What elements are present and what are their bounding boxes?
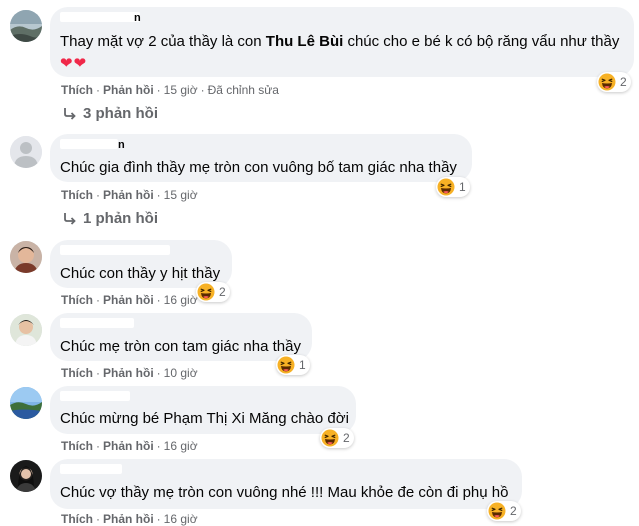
like-button[interactable]: Thích	[61, 83, 93, 97]
avatar[interactable]	[10, 241, 42, 273]
comment-bubble: Chúc vợ thầy mẹ tròn con vuông nhé !!! M…	[50, 459, 522, 509]
comment-bubble: Chúc con thầy y hịt thầy	[50, 240, 232, 288]
haha-emoji-icon	[277, 356, 295, 374]
haha-emoji-icon	[197, 283, 215, 301]
comment-actions: Thích · Phản hồi · 10 giờ	[61, 366, 198, 380]
haha-emoji-icon	[598, 73, 616, 91]
author-name-redacted	[60, 318, 134, 328]
reaction-count: 2	[343, 431, 350, 445]
edited-label: Đã chỉnh sửa	[207, 83, 279, 97]
timestamp[interactable]: 10 giờ	[164, 366, 198, 380]
author-name[interactable]: n	[118, 139, 125, 151]
reaction-summary[interactable]: 2	[597, 72, 631, 92]
author-name-redacted	[60, 245, 170, 255]
haha-emoji-icon	[437, 178, 455, 196]
reaction-summary[interactable]: 1	[276, 355, 310, 375]
comment-actions: Thích · Phản hồi · 16 giờ	[61, 439, 198, 453]
author-name[interactable]: n	[134, 12, 141, 24]
timestamp[interactable]: 16 giờ	[164, 293, 198, 307]
reply-button[interactable]: Phản hồi	[103, 439, 154, 453]
like-button[interactable]: Thích	[61, 188, 93, 202]
comment-bubble: Chúc mẹ tròn con tam giác nha thầy	[50, 313, 312, 361]
reaction-count: 2	[219, 285, 226, 299]
comment-text: Chúc mẹ tròn con tam giác nha thầy	[60, 338, 301, 355]
like-button[interactable]: Thích	[61, 366, 93, 380]
avatar[interactable]	[10, 314, 42, 346]
comment-text: Chúc con thầy y hịt thầy	[60, 265, 221, 282]
default-avatar-icon[interactable]	[10, 136, 42, 168]
avatar[interactable]	[10, 460, 42, 492]
like-button[interactable]: Thích	[61, 439, 93, 453]
avatar[interactable]	[10, 387, 42, 419]
comment-text: Chúc mừng bé Phạm Thị Xi Măng chào đời	[60, 410, 349, 427]
reaction-count: 2	[620, 75, 627, 89]
reply-arrow-icon	[64, 107, 76, 120]
view-replies-link[interactable]: 3 phản hồi	[63, 105, 158, 122]
timestamp[interactable]: 16 giờ	[164, 439, 198, 453]
reaction-count: 2	[510, 504, 517, 518]
heart-emoji: ❤❤	[60, 55, 88, 72]
comment-text: Chúc gia đình thầy mẹ tròn con vuông bố …	[60, 159, 457, 176]
like-button[interactable]: Thích	[61, 293, 93, 307]
reply-button[interactable]: Phản hồi	[103, 188, 154, 202]
haha-emoji-icon	[321, 429, 339, 447]
author-name-redacted	[60, 12, 140, 22]
comment-actions: Thích · Phản hồi · 16 giờ	[61, 293, 198, 307]
avatar[interactable]	[10, 10, 42, 42]
reply-button[interactable]: Phản hồi	[103, 366, 154, 380]
haha-emoji-icon	[488, 502, 506, 520]
timestamp[interactable]: 15 giờ	[164, 83, 198, 97]
view-replies-link[interactable]: 1 phản hồi	[63, 210, 158, 227]
comment-actions: Thích · Phản hồi · 15 giờ · Đã chỉnh sửa	[61, 83, 279, 97]
reaction-summary[interactable]: 2	[320, 428, 354, 448]
mention-tag[interactable]: Thu Lê Bùi	[266, 33, 344, 50]
reaction-summary[interactable]: 2	[196, 282, 230, 302]
author-name-redacted	[60, 464, 122, 474]
reaction-summary[interactable]: 1	[436, 177, 470, 197]
comment-text: Chúc vợ thầy mẹ tròn con vuông nhé !!! M…	[60, 484, 509, 501]
comment-bubble: Chúc mừng bé Phạm Thị Xi Măng chào đời	[50, 386, 356, 434]
reaction-count: 1	[459, 180, 466, 194]
author-name-redacted	[60, 391, 130, 401]
timestamp[interactable]: 15 giờ	[164, 188, 198, 202]
reaction-summary[interactable]: 2	[487, 501, 521, 521]
reply-button[interactable]: Phản hồi	[103, 293, 154, 307]
reply-button[interactable]: Phản hồi	[103, 83, 154, 97]
comment-actions: Thích · Phản hồi · 15 giờ	[61, 188, 198, 202]
comment-bubble: n Thay mặt vợ 2 của thầy là con Thu Lê B…	[50, 7, 634, 77]
reply-arrow-icon	[64, 212, 76, 225]
reaction-count: 1	[299, 358, 306, 372]
comment-bubble: n Chúc gia đình thầy mẹ tròn con vuông b…	[50, 134, 472, 182]
author-name-redacted	[60, 139, 118, 149]
comment-text: Thay mặt vợ 2 của thầy là con Thu Lê Bùi…	[60, 33, 620, 50]
